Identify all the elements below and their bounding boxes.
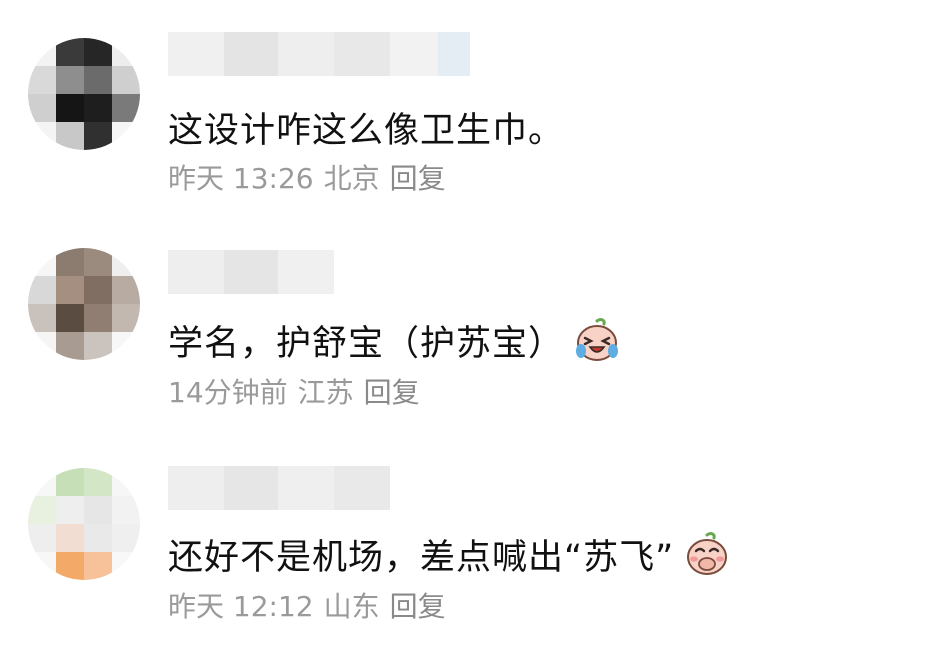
comment-location: 北京 <box>323 162 380 195</box>
avatar[interactable] <box>28 468 140 580</box>
comment-meta: 昨天 13:26 北京 回复 <box>168 158 446 196</box>
username-mosaic[interactable] <box>168 32 470 76</box>
reply-button[interactable]: 回复 <box>390 585 446 625</box>
avatar[interactable] <box>28 248 140 360</box>
comment-time: 14分钟前 <box>168 376 288 409</box>
avatar[interactable] <box>28 38 140 150</box>
username-mosaic[interactable] <box>168 250 334 294</box>
comment-location: 江苏 <box>297 376 354 409</box>
reply-button[interactable]: 回复 <box>390 157 446 197</box>
comment-meta: 14分钟前 江苏 回复 <box>168 372 420 410</box>
comment-text: 这设计咋这么像卫生巾。 <box>168 110 565 151</box>
crying-laughing-face-icon <box>576 318 619 361</box>
username-mosaic[interactable] <box>168 466 390 510</box>
comment-text-label: 还好不是机场，差点喊出“苏飞” <box>168 537 675 578</box>
covering-mouth-laughing-face-icon <box>687 532 728 575</box>
comment-time: 昨天 13:26 <box>168 162 314 195</box>
comment-time: 昨天 12:12 <box>168 590 314 623</box>
comment-meta: 昨天 12:12 山东 回复 <box>168 586 446 624</box>
comment-text: 还好不是机场，差点喊出“苏飞” <box>168 530 730 578</box>
comment-text: 学名，护舒宝（护苏宝） <box>168 316 620 364</box>
comment-text-label: 学名，护舒宝（护苏宝） <box>168 323 565 364</box>
comment-location: 山东 <box>323 590 380 623</box>
reply-button[interactable]: 回复 <box>364 371 420 411</box>
